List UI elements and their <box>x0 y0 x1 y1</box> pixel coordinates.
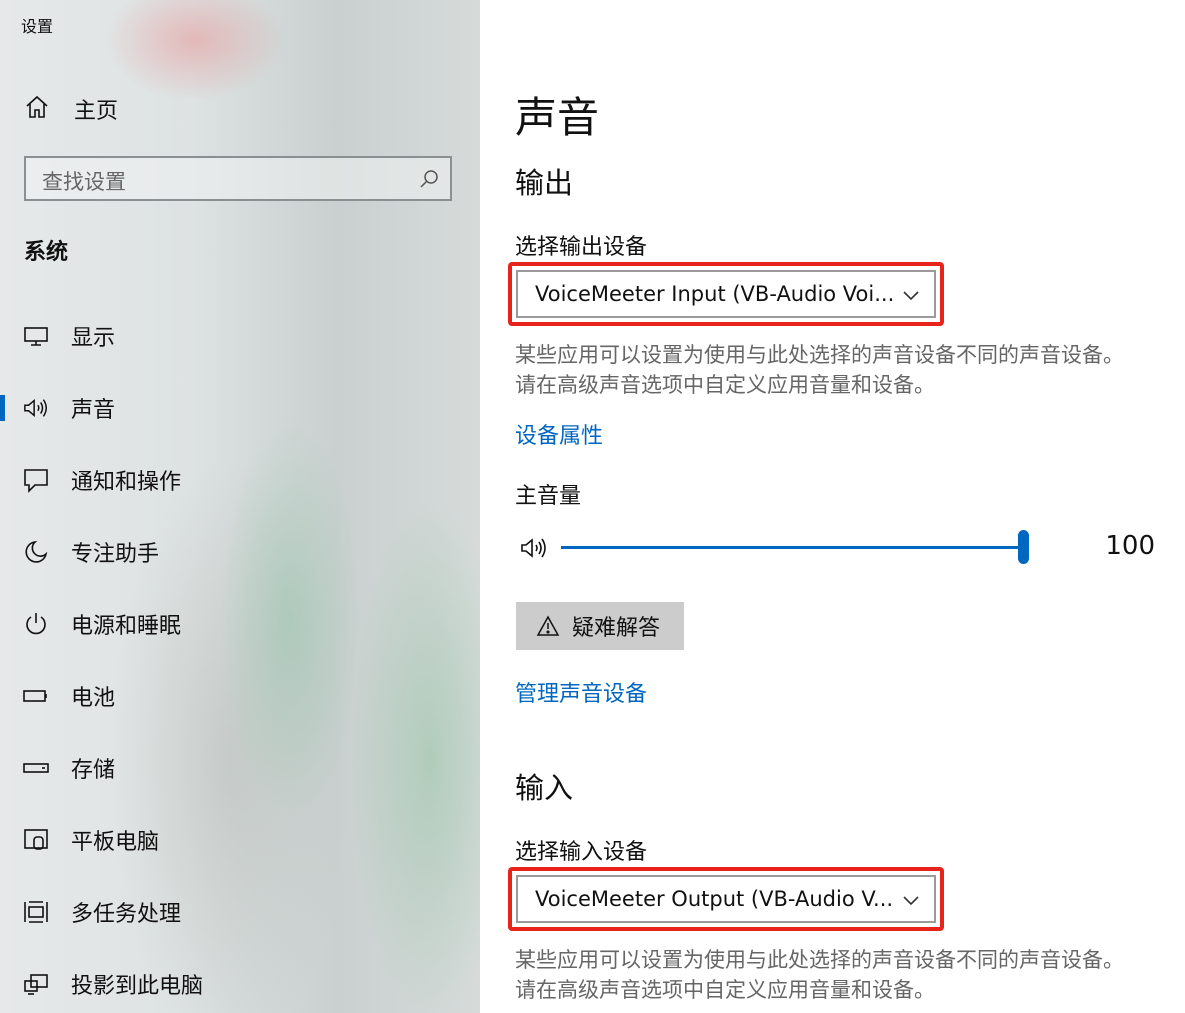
input-description: 某些应用可以设置为使用与此处选择的声音设备不同的声音设备。 请在高级声音选项中自… <box>515 945 1175 1005</box>
sidebar-item-sound[interactable]: 声音 <box>0 388 480 428</box>
search-input[interactable]: 查找设置 <box>42 166 126 196</box>
sidebar-item-project[interactable]: 投影到此电脑 <box>0 964 480 1004</box>
output-device-value: VoiceMeeter Input (VB-Audio Voi... <box>535 282 895 306</box>
speaker-icon <box>23 395 49 421</box>
search-box[interactable]: 查找设置 <box>24 156 452 201</box>
volume-slider-thumb[interactable] <box>1018 530 1029 564</box>
sidebar-item-label: 显示 <box>71 326 116 351</box>
search-icon[interactable] <box>418 168 440 194</box>
storage-icon <box>23 755 49 781</box>
device-properties-link[interactable]: 设备属性 <box>515 418 603 450</box>
warning-icon <box>536 615 560 637</box>
moon-icon <box>23 539 49 565</box>
sidebar-home[interactable]: 主页 <box>24 92 118 126</box>
output-description: 某些应用可以设置为使用与此处选择的声音设备不同的声音设备。 请在高级声音选项中自… <box>515 340 1175 400</box>
monitor-icon <box>23 323 49 349</box>
sidebar-item-label: 平板电脑 <box>71 830 160 855</box>
input-device-value: VoiceMeeter Output (VB-Audio V... <box>535 887 894 911</box>
input-device-select[interactable]: VoiceMeeter Output (VB-Audio V... <box>516 875 936 923</box>
sidebar-item-power[interactable]: 电源和睡眠 <box>0 604 480 644</box>
sidebar-item-label: 通知和操作 <box>71 470 182 495</box>
input-heading: 输入 <box>515 771 574 805</box>
sidebar-item-label: 投影到此电脑 <box>71 974 204 999</box>
input-description-line2: 请在高级声音选项中自定义应用音量和设备。 <box>515 978 935 1002</box>
sidebar: 设置 主页 查找设置 系统 显示 声音 通知和操作 专注助手 电源和睡眠 电池 … <box>0 0 480 1013</box>
troubleshoot-button[interactable]: 疑难解答 <box>516 602 684 650</box>
manage-sound-devices-link[interactable]: 管理声音设备 <box>515 676 647 708</box>
sidebar-item-battery[interactable]: 电池 <box>0 676 480 716</box>
sidebar-item-label: 电源和睡眠 <box>71 614 182 639</box>
input-description-line1: 某些应用可以设置为使用与此处选择的声音设备不同的声音设备。 <box>515 948 1124 972</box>
sidebar-item-notifications[interactable]: 通知和操作 <box>0 460 480 500</box>
output-description-line1: 某些应用可以设置为使用与此处选择的声音设备不同的声音设备。 <box>515 343 1124 367</box>
sidebar-item-tablet[interactable]: 平板电脑 <box>0 820 480 860</box>
speaker-icon[interactable] <box>520 536 552 564</box>
sidebar-item-label: 存储 <box>71 758 116 783</box>
multitask-icon <box>23 899 49 925</box>
main-content: 声音 输出 选择输出设备 VoiceMeeter Input (VB-Audio… <box>480 0 1185 1013</box>
power-icon <box>23 611 49 637</box>
sidebar-item-display[interactable]: 显示 <box>0 316 480 356</box>
input-device-label: 选择输入设备 <box>515 840 648 865</box>
battery-icon <box>23 683 49 709</box>
sidebar-item-focus-assist[interactable]: 专注助手 <box>0 532 480 572</box>
master-volume-label: 主音量 <box>515 484 582 509</box>
home-icon <box>24 94 50 124</box>
output-description-line2: 请在高级声音选项中自定义应用音量和设备。 <box>515 373 935 397</box>
chevron-down-icon[interactable] <box>902 286 920 305</box>
sidebar-item-label: 声音 <box>71 398 116 423</box>
sidebar-item-multitasking[interactable]: 多任务处理 <box>0 892 480 932</box>
output-heading: 输出 <box>515 166 574 200</box>
sidebar-item-label: 专注助手 <box>71 542 160 567</box>
project-icon <box>23 971 49 997</box>
notification-icon <box>23 467 49 493</box>
sidebar-section-title: 系统 <box>24 240 69 265</box>
sidebar-item-label: 电池 <box>71 686 116 711</box>
window-title: 设置 <box>21 17 54 36</box>
output-device-label: 选择输出设备 <box>515 235 648 260</box>
troubleshoot-label: 疑难解答 <box>572 616 661 641</box>
chevron-down-icon[interactable] <box>902 891 920 910</box>
page-title: 声音 <box>515 93 600 142</box>
tablet-icon <box>23 827 49 853</box>
volume-value: 100 <box>1105 531 1155 561</box>
output-device-select[interactable]: VoiceMeeter Input (VB-Audio Voi... <box>516 270 936 318</box>
volume-row: 100 <box>515 528 1155 568</box>
sidebar-home-label: 主页 <box>74 99 119 124</box>
sidebar-item-label: 多任务处理 <box>71 902 182 927</box>
sidebar-item-storage[interactable]: 存储 <box>0 748 480 788</box>
volume-slider-track[interactable] <box>561 546 1027 549</box>
